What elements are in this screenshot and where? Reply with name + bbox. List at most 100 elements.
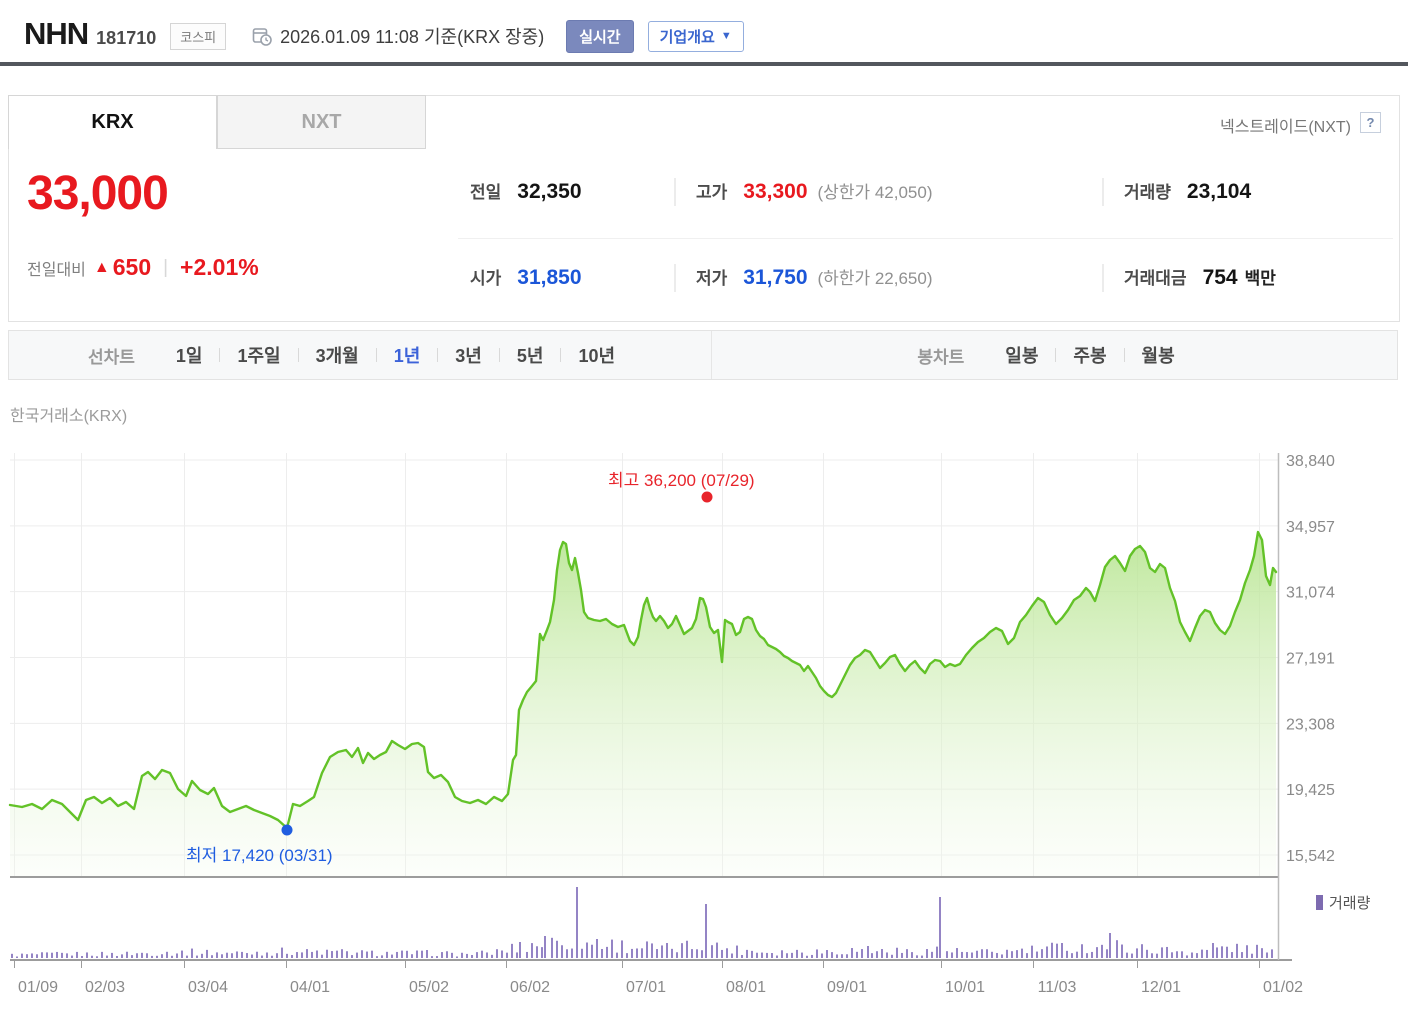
y-tick-label: 38,840 bbox=[1286, 453, 1335, 470]
realtime-button[interactable]: 실시간 bbox=[566, 20, 633, 53]
volume-bar bbox=[786, 953, 788, 958]
high-value: 33,300 bbox=[743, 180, 807, 204]
low-label: 저가 bbox=[696, 264, 727, 289]
volume-bar bbox=[1081, 944, 1083, 958]
range-1y[interactable]: 1년 bbox=[377, 342, 438, 368]
volume-bar bbox=[81, 956, 83, 958]
volume-bar bbox=[1051, 943, 1053, 958]
volume-bar bbox=[936, 947, 938, 958]
volume-bar bbox=[196, 956, 198, 958]
volume-bar bbox=[736, 946, 738, 958]
volume-legend-label: 거래량 bbox=[1329, 892, 1370, 913]
prev-close-value: 32,350 bbox=[517, 180, 581, 204]
high-annotation: 최고 36,200 (07/29) bbox=[608, 471, 755, 490]
volume-bar bbox=[796, 950, 798, 958]
candle-weekly[interactable]: 주봉 bbox=[1056, 342, 1123, 368]
range-3y[interactable]: 3년 bbox=[438, 342, 499, 368]
upper-limit: (상한가 42,050) bbox=[818, 178, 933, 203]
volume-bar bbox=[976, 951, 978, 958]
volume-bar bbox=[586, 943, 588, 958]
volume-bar bbox=[41, 952, 43, 958]
volume-bar bbox=[1101, 945, 1103, 958]
volume-bar bbox=[831, 952, 833, 958]
range-3m[interactable]: 3개월 bbox=[299, 342, 376, 368]
volume-bar bbox=[841, 954, 843, 958]
volume-bar bbox=[326, 950, 328, 958]
volume-bar bbox=[131, 955, 133, 958]
volume-bar bbox=[401, 951, 403, 958]
volume-bar bbox=[106, 956, 108, 958]
volume-bar bbox=[1236, 944, 1238, 958]
volume-bar bbox=[136, 953, 138, 958]
volume-bar bbox=[876, 951, 878, 958]
volume-bar bbox=[176, 953, 178, 958]
change-separator: | bbox=[163, 257, 168, 279]
volume-bar bbox=[1011, 951, 1013, 958]
volume-bar bbox=[101, 952, 103, 958]
volume-bar bbox=[221, 954, 223, 958]
volume-bar bbox=[491, 955, 493, 958]
candle-chart-label: 봉차트 bbox=[917, 343, 964, 368]
candle-daily[interactable]: 일봉 bbox=[988, 342, 1055, 368]
volume-bar bbox=[726, 948, 728, 958]
volume-bar bbox=[601, 949, 603, 958]
volume-bar bbox=[881, 949, 883, 958]
volume-bar bbox=[1146, 950, 1148, 958]
candle-monthly[interactable]: 월봉 bbox=[1125, 342, 1192, 368]
volume-bar bbox=[1021, 949, 1023, 958]
volume-bar bbox=[631, 949, 633, 958]
range-5y[interactable]: 5년 bbox=[500, 342, 561, 368]
volume-bar bbox=[1151, 953, 1153, 958]
lower-limit: (하한가 22,650) bbox=[818, 264, 933, 289]
x-tick-label: 03/04 bbox=[188, 979, 228, 996]
volume-bar bbox=[366, 952, 368, 958]
volume-bar bbox=[306, 949, 308, 958]
volume-bar bbox=[661, 945, 663, 958]
tab-nxt[interactable]: NXT bbox=[217, 95, 426, 149]
volume-bar bbox=[556, 941, 558, 958]
x-tick-label: 01/02 bbox=[1263, 979, 1303, 996]
volume-bar bbox=[1241, 952, 1243, 958]
volume-bar bbox=[261, 956, 263, 958]
volume-spike-bar bbox=[867, 946, 869, 958]
y-tick-label: 31,074 bbox=[1286, 585, 1335, 602]
volume-bar bbox=[871, 953, 873, 958]
volume-bar bbox=[1176, 951, 1178, 958]
volume-bar bbox=[946, 951, 948, 958]
company-overview-button[interactable]: 기업개요 ▼ bbox=[648, 21, 744, 52]
x-tick-label: 12/01 bbox=[1141, 979, 1181, 996]
volume-bar bbox=[856, 952, 858, 958]
change-value: 650 bbox=[113, 254, 151, 281]
volume-bar bbox=[341, 949, 343, 958]
volume-bar bbox=[186, 956, 188, 958]
volume-bar bbox=[1006, 950, 1008, 958]
x-tick-label: 06/02 bbox=[510, 979, 550, 996]
low-value: 31,750 bbox=[743, 266, 807, 290]
volume-bar bbox=[236, 951, 238, 958]
range-10y[interactable]: 10년 bbox=[561, 342, 632, 368]
range-1d[interactable]: 1일 bbox=[159, 342, 220, 368]
tab-krx[interactable]: KRX bbox=[8, 95, 217, 149]
volume-value: 23,104 bbox=[1187, 180, 1251, 204]
volume-bar bbox=[61, 953, 63, 958]
volume-bar bbox=[971, 952, 973, 958]
volume-bar bbox=[431, 956, 433, 958]
chevron-down-icon: ▼ bbox=[721, 30, 732, 42]
volume-bar bbox=[211, 955, 213, 958]
x-tick-label: 08/01 bbox=[726, 979, 766, 996]
volume-bar bbox=[821, 953, 823, 958]
volume-bar bbox=[1226, 947, 1228, 958]
volume-bar bbox=[151, 956, 153, 958]
volume-bar bbox=[1156, 954, 1158, 958]
volume-bar bbox=[766, 953, 768, 958]
volume-bar bbox=[356, 953, 358, 958]
volume-bar bbox=[156, 956, 158, 958]
trade-value: 754 bbox=[1203, 266, 1238, 290]
volume-bar bbox=[361, 950, 363, 958]
volume-bar bbox=[961, 952, 963, 958]
volume-bar bbox=[1091, 952, 1093, 958]
volume-bar bbox=[616, 953, 618, 958]
x-tick-label: 04/01 bbox=[290, 979, 330, 996]
line-chart-controls: 선차트 1일 1주일 3개월 1년 3년 5년 10년 bbox=[9, 331, 711, 379]
range-1w[interactable]: 1주일 bbox=[220, 342, 297, 368]
